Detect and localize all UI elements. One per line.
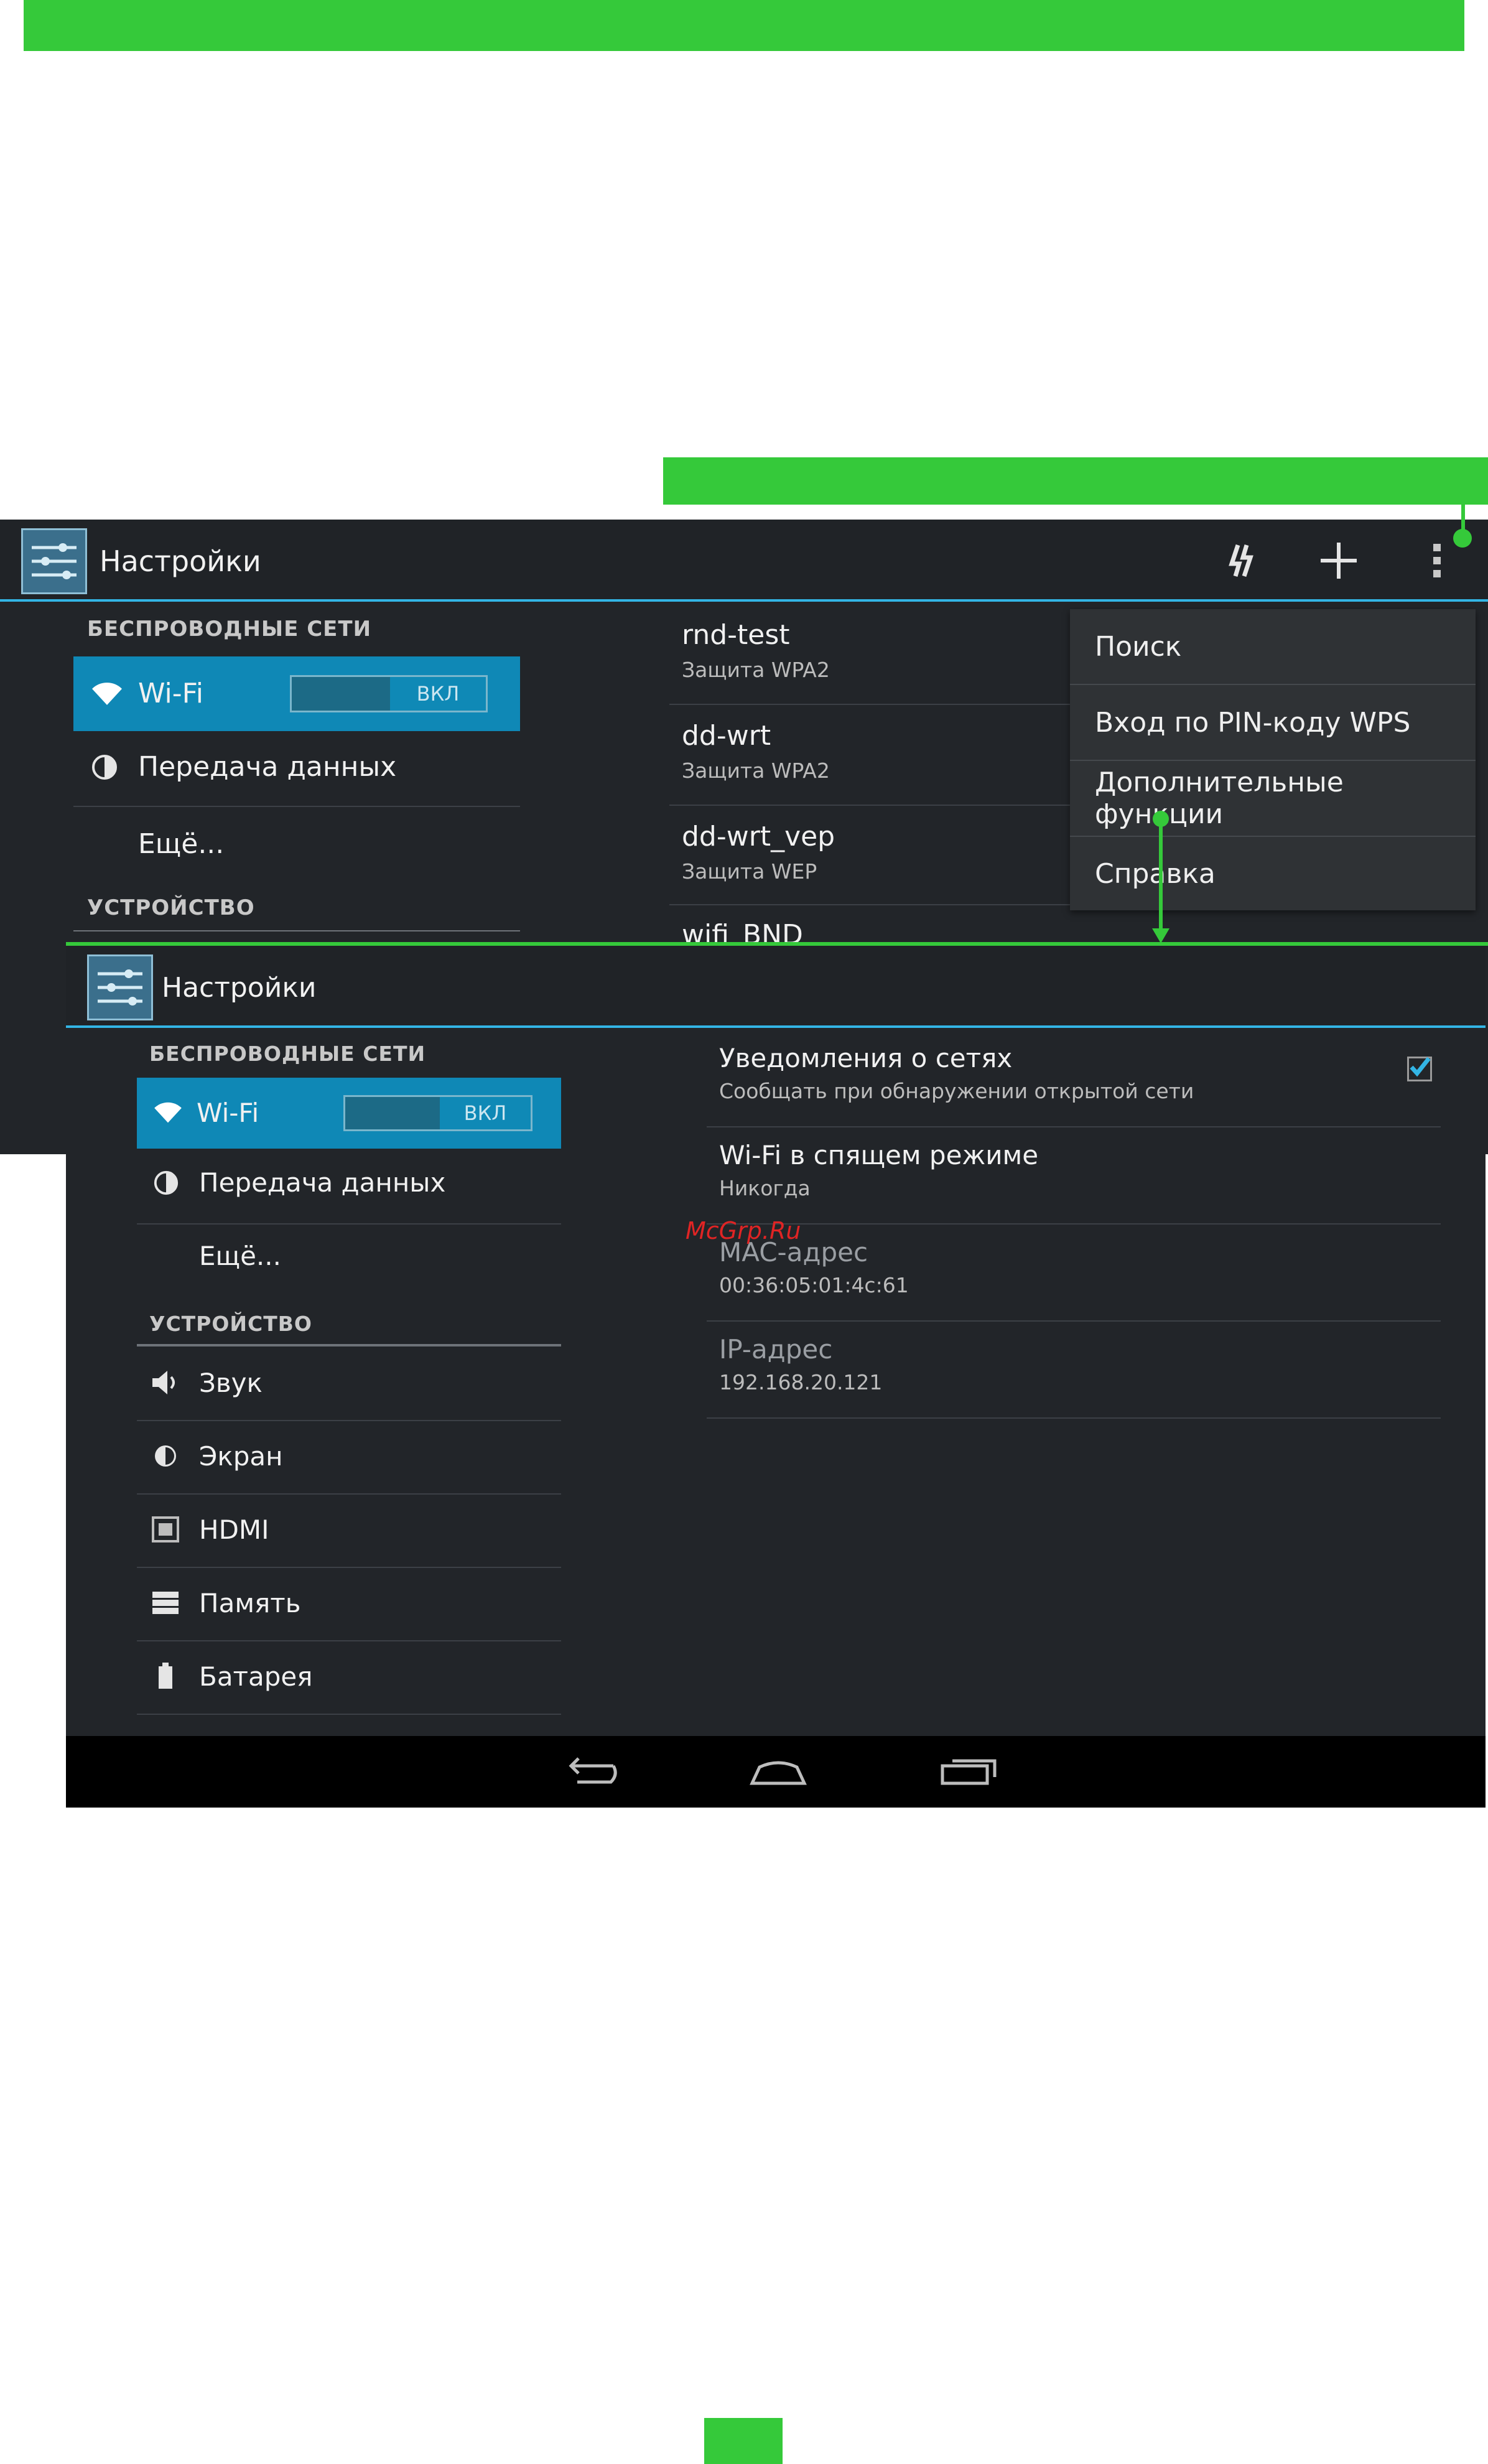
add-icon[interactable] xyxy=(1311,537,1366,584)
network-security: Защита WEP xyxy=(682,859,817,884)
wifi-icon xyxy=(87,674,127,714)
brightness-icon xyxy=(147,1437,184,1475)
divider xyxy=(669,704,1099,705)
network-security: Защита WPA2 xyxy=(682,758,830,783)
notification-checkbox[interactable] xyxy=(1407,1057,1432,1081)
section-divider xyxy=(137,1344,561,1346)
divider xyxy=(137,1493,561,1495)
hdmi-icon xyxy=(147,1511,184,1548)
divider xyxy=(137,1714,561,1715)
divider xyxy=(707,1223,1441,1225)
data-usage-icon xyxy=(87,750,122,785)
home-icon[interactable] xyxy=(744,1750,812,1793)
sidebar-item-wifi[interactable]: Wi-Fi ВКЛ xyxy=(73,656,520,731)
overflow-menu: Поиск Вход по PIN-коду WPS Дополнительны… xyxy=(1070,609,1476,910)
divider xyxy=(669,904,1099,905)
callout-divider-line xyxy=(66,942,1488,946)
callout-dot-top xyxy=(1453,529,1472,548)
divider xyxy=(73,806,520,807)
sidebar-item-wifi[interactable]: Wi-Fi ВКЛ xyxy=(137,1078,561,1149)
network-name: dd-wrt xyxy=(682,720,771,752)
sidebar-item-storage[interactable]: Память xyxy=(199,1588,301,1618)
divider xyxy=(137,1640,561,1641)
wifi-toggle[interactable]: ВКЛ xyxy=(343,1095,532,1131)
watermark: McGrp.Ru xyxy=(686,1217,801,1244)
callout-arrow-line xyxy=(1159,819,1163,937)
divider xyxy=(137,1420,561,1421)
menu-item-help[interactable]: Справка xyxy=(1070,837,1476,910)
settings-app-icon[interactable] xyxy=(87,954,153,1020)
divider xyxy=(137,1567,561,1568)
section-header-wireless: БЕСПРОВОДНЫЕ СЕТИ xyxy=(149,1042,426,1066)
divider xyxy=(669,805,1099,806)
menu-item-wps-pin[interactable]: Вход по PIN-коду WPS xyxy=(1070,685,1476,760)
storage-icon xyxy=(147,1584,184,1622)
settings-app-icon[interactable] xyxy=(21,528,87,594)
section-divider xyxy=(73,930,520,931)
recent-apps-icon[interactable] xyxy=(934,1750,1003,1793)
setting-network-notification[interactable]: Уведомления о сетях Сообщать при обнаруж… xyxy=(707,1043,1441,1130)
action-bar: Настройки xyxy=(0,520,1488,602)
sidebar-item-more[interactable]: Ещё... xyxy=(199,1241,281,1271)
action-bar: Настройки xyxy=(66,946,1486,1028)
setting-title: IP-адрес xyxy=(719,1334,833,1365)
setting-wifi-sleep[interactable]: Wi-Fi в спящем режиме Никогда xyxy=(707,1140,1441,1227)
navigation-bar xyxy=(66,1736,1486,1808)
wifi-toggle-on-label: ВКЛ xyxy=(390,677,486,711)
action-bar-title: Настройки xyxy=(100,544,261,578)
sidebar-item-display[interactable]: Экран xyxy=(199,1441,283,1472)
network-name: dd-wrt_vep xyxy=(682,821,835,852)
divider xyxy=(707,1320,1441,1322)
top-green-banner xyxy=(24,0,1464,51)
divider xyxy=(707,1417,1441,1419)
sidebar-item-more[interactable]: Ещё... xyxy=(138,828,224,860)
section-header-device: УСТРОЙСТВО xyxy=(87,895,255,920)
callout-arrow-head xyxy=(1152,928,1169,943)
menu-item-advanced[interactable]: Дополнительные функции xyxy=(1070,761,1476,836)
divider xyxy=(707,1126,1441,1127)
action-bar-divider xyxy=(66,1025,1486,1028)
divider xyxy=(137,1223,561,1225)
network-name: rnd-test xyxy=(682,619,790,651)
refresh-icon[interactable] xyxy=(1213,537,1269,584)
setting-title: Wi-Fi в спящем режиме xyxy=(719,1140,1039,1170)
section-header-wireless: БЕСПРОВОДНЫЕ СЕТИ xyxy=(87,617,372,642)
sidebar-item-wifi-label: Wi-Fi xyxy=(197,1098,259,1128)
section-header-device: УСТРОЙСТВО xyxy=(149,1312,312,1336)
setting-mac-address: MAC-адрес 00:36:05:01:4c:61 xyxy=(707,1237,1441,1324)
setting-summary: 00:36:05:01:4c:61 xyxy=(719,1273,909,1297)
setting-summary: 192.168.20.121 xyxy=(719,1370,883,1394)
setting-ip-address: IP-адрес 192.168.20.121 xyxy=(707,1334,1441,1421)
sidebar-item-data-label[interactable]: Передача данных xyxy=(199,1167,445,1198)
action-bar-title: Настройки xyxy=(162,972,317,1004)
callout-green-banner xyxy=(663,457,1488,505)
wifi-toggle-on-label: ВКЛ xyxy=(440,1097,531,1129)
settings-screenshot-advanced: Настройки БЕСПРОВОДНЫЕ СЕТИ Wi-Fi ВКЛ Пе… xyxy=(66,946,1486,1808)
battery-icon xyxy=(147,1658,184,1695)
data-usage-icon xyxy=(149,1166,183,1200)
page-number-block xyxy=(704,2418,783,2464)
setting-title: Уведомления о сетях xyxy=(719,1043,1013,1073)
action-bar-divider xyxy=(0,599,1488,602)
setting-summary: Сообщать при обнаружении открытой сети xyxy=(719,1079,1194,1103)
menu-item-search[interactable]: Поиск xyxy=(1070,609,1476,684)
sidebar-item-hdmi[interactable]: HDMI xyxy=(199,1514,269,1545)
sidebar-item-wifi-label: Wi-Fi xyxy=(138,678,203,709)
sidebar-item-data-label[interactable]: Передача данных xyxy=(138,751,396,783)
sidebar-item-sound[interactable]: Звук xyxy=(199,1368,263,1398)
wifi-toggle[interactable]: ВКЛ xyxy=(290,675,488,712)
overflow-menu-icon[interactable] xyxy=(1418,537,1456,584)
wifi-icon xyxy=(149,1094,187,1131)
volume-icon xyxy=(147,1364,184,1401)
back-icon[interactable] xyxy=(557,1750,626,1793)
setting-summary: Никогда xyxy=(719,1176,811,1200)
sidebar-item-battery[interactable]: Батарея xyxy=(199,1661,313,1692)
network-security: Защита WPA2 xyxy=(682,658,830,682)
